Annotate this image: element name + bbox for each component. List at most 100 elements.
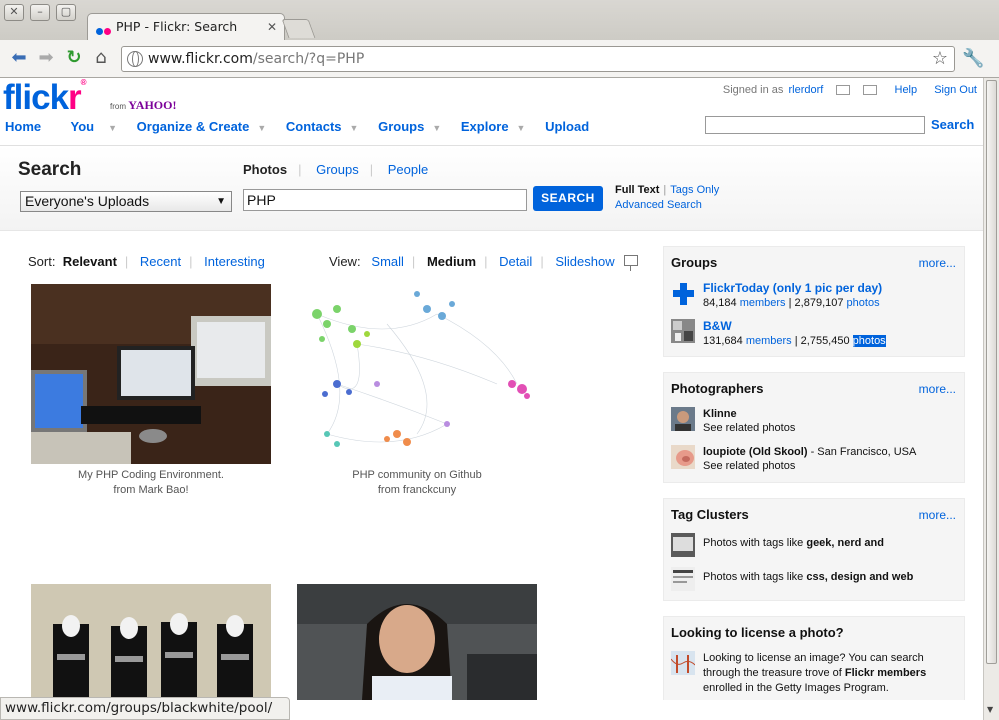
browser-toolbar: ⬅ ➡ ↻ ⌂ www.flickr.com/search/?q=PHP ☆ 🔧 bbox=[0, 40, 999, 78]
view-slideshow[interactable]: Slideshow bbox=[555, 254, 614, 269]
bookmark-star-icon[interactable]: ☆ bbox=[932, 48, 948, 69]
dropdown-arrow-icon: ▼ bbox=[216, 196, 226, 207]
photographers-more-link[interactable]: more... bbox=[919, 382, 956, 396]
view-medium[interactable]: Medium bbox=[427, 254, 476, 269]
page-viewport: flickr® from YAHOO! Signed in as rlerdor… bbox=[0, 78, 983, 700]
nav-groups[interactable]: Groups bbox=[378, 119, 424, 134]
photo-caption: My PHP Coding Environment. from Mark Bao… bbox=[31, 468, 271, 498]
home-icon[interactable]: ⌂ bbox=[90, 48, 112, 70]
license-box: Looking to license a photo? Looking to l… bbox=[663, 616, 965, 700]
photos-link[interactable]: photos bbox=[847, 297, 880, 309]
search-query-input[interactable]: PHP bbox=[243, 189, 527, 211]
chevron-down-icon[interactable]: ▼ bbox=[257, 123, 266, 133]
chevron-down-icon[interactable]: ▼ bbox=[432, 123, 441, 133]
photo-owner-link[interactable]: from franckcuny bbox=[378, 484, 456, 496]
nav-contacts[interactable]: Contacts bbox=[286, 119, 342, 134]
nav-you[interactable]: You bbox=[71, 119, 95, 134]
close-window-icon[interactable]: ✕ bbox=[4, 4, 24, 21]
sort-recent[interactable]: Recent bbox=[140, 254, 181, 269]
chevron-down-icon[interactable]: ▼ bbox=[350, 123, 359, 133]
photo-thumbnail[interactable] bbox=[31, 284, 271, 464]
status-bar: www.flickr.com/groups/blackwhite/pool/ bbox=[0, 697, 290, 720]
see-related-link[interactable]: See related photos bbox=[703, 422, 795, 434]
scope-select[interactable]: Everyone's Uploads ▼ bbox=[20, 191, 232, 212]
photo-owner-link[interactable]: from Mark Bao! bbox=[113, 484, 188, 496]
vertical-scrollbar[interactable]: ▼ bbox=[983, 78, 999, 720]
chevron-down-icon[interactable]: ▼ bbox=[108, 123, 117, 133]
view-detail[interactable]: Detail bbox=[499, 254, 532, 269]
tab-groups[interactable]: Groups bbox=[316, 162, 359, 177]
full-text-option[interactable]: Full Text bbox=[615, 184, 659, 196]
forward-arrow-icon[interactable]: ➡ bbox=[35, 48, 57, 70]
browser-tab[interactable]: PHP - Flickr: Search ✕ bbox=[87, 13, 285, 40]
reload-icon[interactable]: ↻ bbox=[63, 48, 85, 70]
search-button[interactable]: SEARCH bbox=[533, 186, 603, 211]
tab-people[interactable]: People bbox=[388, 162, 428, 177]
photo-caption: PHP community on Github from franckcuny bbox=[297, 468, 537, 498]
nav-explore[interactable]: Explore bbox=[461, 119, 509, 134]
license-heading: Looking to license a photo? bbox=[671, 625, 844, 640]
photo-thumbnail[interactable] bbox=[297, 284, 537, 464]
maximize-window-icon[interactable]: ▢ bbox=[56, 4, 76, 21]
address-bar[interactable]: www.flickr.com/search/?q=PHP ☆ bbox=[121, 46, 955, 72]
avatar[interactable] bbox=[671, 407, 695, 431]
group-name-link[interactable]: B&W bbox=[703, 319, 732, 333]
header-search-input[interactable] bbox=[705, 116, 925, 134]
mail-icon[interactable] bbox=[863, 85, 878, 96]
username-link[interactable]: rlerdorf bbox=[788, 84, 823, 96]
groups-more-link[interactable]: more... bbox=[919, 256, 956, 270]
header-search-button[interactable]: Search bbox=[931, 117, 974, 132]
golden-gate-thumbnail bbox=[671, 651, 695, 675]
advanced-search-link[interactable]: Advanced Search bbox=[615, 199, 702, 211]
flickr-logo[interactable]: flickr® bbox=[3, 78, 87, 118]
sort-relevant[interactable]: Relevant bbox=[63, 254, 117, 269]
help-link[interactable]: Help bbox=[895, 84, 918, 96]
avatar[interactable] bbox=[671, 445, 695, 469]
flickrtoday-plus-icon[interactable] bbox=[671, 281, 695, 305]
bw-group-avatar[interactable] bbox=[671, 319, 695, 343]
group-name-link[interactable]: FlickrToday (only 1 pic per day) bbox=[703, 281, 882, 295]
members-link[interactable]: members bbox=[746, 335, 792, 347]
tab-photos[interactable]: Photos bbox=[243, 162, 287, 177]
scrollbar-thumb[interactable] bbox=[986, 80, 997, 664]
groups-heading: Groups bbox=[671, 255, 718, 270]
photo-image bbox=[312, 291, 530, 447]
tab-close-icon[interactable]: ✕ bbox=[267, 20, 277, 34]
photo-thumbnail[interactable] bbox=[297, 584, 537, 700]
sign-out-link[interactable]: Sign Out bbox=[934, 84, 977, 96]
photo-thumbnail[interactable] bbox=[31, 584, 271, 700]
chevron-down-icon[interactable]: ▼ bbox=[517, 123, 526, 133]
back-arrow-icon[interactable]: ⬅ bbox=[8, 48, 30, 70]
sort-interesting[interactable]: Interesting bbox=[204, 254, 265, 269]
search-panel: Search Photos | Groups | People Everyone's… bbox=[0, 145, 983, 231]
scroll-down-arrow-icon[interactable]: ▼ bbox=[987, 705, 993, 714]
view-label: View: bbox=[329, 254, 361, 269]
main-nav: Home You ▼ Organize & Create ▼ Contacts ▼ G… bbox=[5, 119, 597, 134]
new-tab-button[interactable] bbox=[281, 19, 316, 38]
from-yahoo-logo: from YAHOO! bbox=[110, 98, 177, 112]
globe-icon bbox=[127, 51, 143, 67]
tags-only-option[interactable]: Tags Only bbox=[670, 184, 719, 196]
sort-bar: Sort: Relevant | Recent | Interesting bbox=[28, 254, 265, 269]
minimize-window-icon[interactable]: – bbox=[30, 4, 50, 21]
nav-upload[interactable]: Upload bbox=[545, 119, 589, 134]
cart-icon[interactable] bbox=[836, 85, 851, 96]
photos-link[interactable]: photos bbox=[852, 335, 886, 347]
see-related-link[interactable]: See related photos bbox=[703, 460, 795, 472]
tag-clusters-more-link[interactable]: more... bbox=[919, 508, 956, 522]
photographer-name-link[interactable]: Klinne bbox=[703, 408, 737, 420]
view-small[interactable]: Small bbox=[371, 254, 404, 269]
search-type-tabs: Photos | Groups | People bbox=[243, 162, 429, 177]
wrench-menu-icon[interactable]: 🔧 bbox=[962, 48, 984, 69]
groups-box: Groups more... FlickrToday (only 1 pic p… bbox=[663, 246, 965, 357]
photographer-name-link[interactable]: loupiote (Old Skool) bbox=[703, 446, 808, 458]
photo-title-link[interactable]: My PHP Coding Environment. bbox=[78, 469, 224, 481]
photo-title-link[interactable]: PHP community on Github bbox=[352, 469, 481, 481]
url-text: www.flickr.com/search/?q=PHP bbox=[148, 51, 365, 67]
nav-organize-create[interactable]: Organize & Create bbox=[137, 119, 250, 134]
slideshow-icon[interactable] bbox=[624, 255, 638, 271]
nav-home[interactable]: Home bbox=[5, 119, 41, 134]
members-link[interactable]: members bbox=[740, 297, 786, 309]
window-titlebar: ✕ – ▢ PHP - Flickr: Search ✕ bbox=[0, 0, 999, 40]
search-mode: Full Text | Tags Only bbox=[615, 184, 720, 196]
